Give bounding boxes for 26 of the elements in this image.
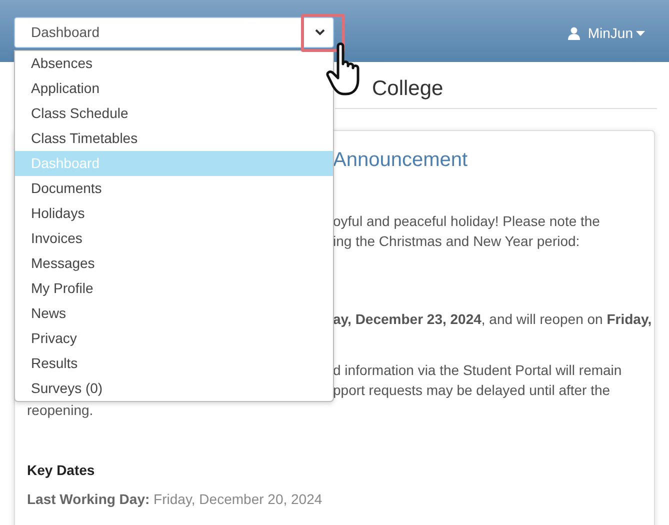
dropdown-option[interactable]: Class Timetables [15,126,333,151]
dropdown-option[interactable]: Class Schedule [15,101,333,126]
dropdown-option[interactable]: Privacy [15,326,333,351]
page-title: College [372,76,444,102]
caret-icon [636,31,645,36]
announcement-text: ing the Christmas and New Year period: [333,233,580,249]
key-date-text: Last Working Day: Friday, December 20, 2024 [27,491,322,507]
dropdown-option[interactable]: Invoices [15,226,333,251]
dropdown-option[interactable]: Surveys (0) [15,376,333,401]
announcement-text: ay, December 23, 2024, and will reopen on Friday, [333,311,652,327]
chevron-down-icon [315,29,325,36]
announcement-text: oyful and peaceful holiday! Please note the [333,213,600,229]
announcement-text: d information via the Student Portal will remain [333,362,622,378]
key-dates-heading: Key Dates [27,461,96,480]
announcement-heading: Announcement [333,149,468,171]
dropdown-option[interactable]: News [15,301,333,326]
page-select[interactable]: Dashboard [14,17,334,48]
user-icon [568,27,580,40]
dropdown-option[interactable]: Absences [15,51,333,76]
announcement-text: pport requests may be delayed until after the [333,382,610,398]
dropdown-option[interactable]: Results [15,351,333,376]
dropdown-option[interactable]: Messages [15,251,333,276]
dropdown-option[interactable]: Holidays [15,201,333,226]
announcement-text: reopening. [27,402,94,418]
dropdown-option[interactable]: Documents [15,176,333,201]
dropdown-option[interactable]: My Profile [15,276,333,301]
